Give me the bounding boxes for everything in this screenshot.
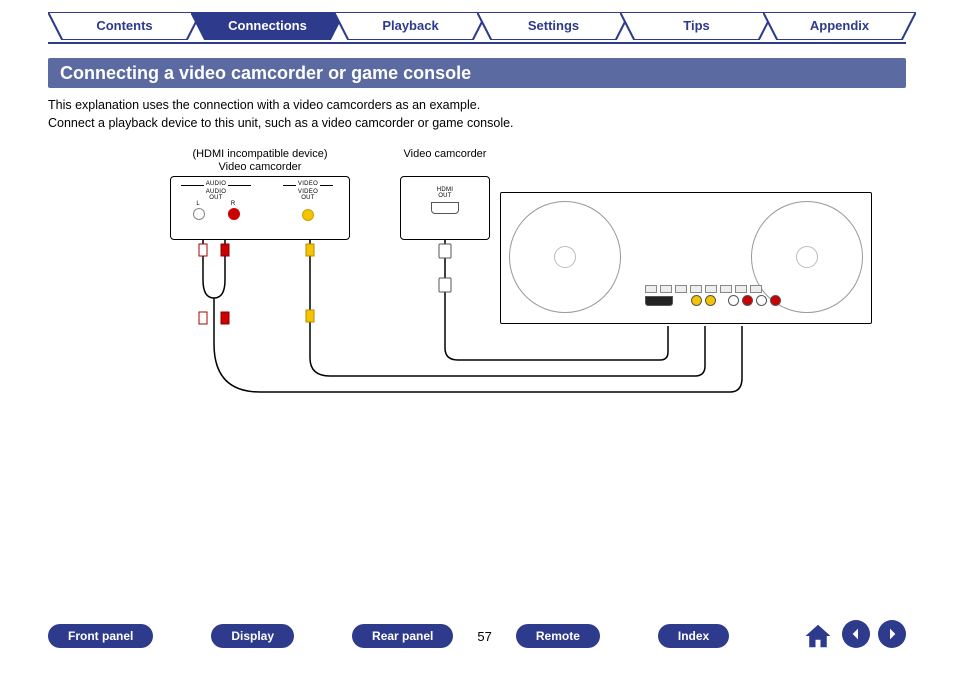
tab-label: Playback [382,18,438,33]
tab-label: Settings [528,18,579,33]
rear-ports [645,285,860,319]
rca-video-icon [705,295,716,306]
tab-label: Connections [228,18,307,33]
tab-connections[interactable]: Connections [191,12,344,40]
home-icon[interactable] [802,620,834,652]
rca-video-icon [691,295,702,306]
tab-appendix[interactable]: Appendix [763,12,916,40]
paragraph: Connect a playback device to this unit, … [48,114,906,132]
arrow-left-icon[interactable] [842,620,870,648]
label-audio: AUDIO [204,181,229,187]
rca-audio-r-icon [770,295,781,306]
nav-label: Display [231,629,274,643]
tab-contents[interactable]: Contents [48,12,201,40]
device1-name: Video camcorder [170,161,350,174]
device2-box: HDMI OUT [400,176,490,240]
tab-label: Tips [683,18,710,33]
device2-group: Video camcorder x HDMI OUT [400,148,490,240]
paragraph: This explanation uses the connection wit… [48,96,906,114]
label-r: R [231,201,236,207]
nav-front-panel[interactable]: Front panel [48,624,153,648]
body-text: This explanation uses the connection wit… [48,96,906,132]
video-out-group: VIDEO VIDEO OUT [283,181,333,226]
device1-note: (HDMI incompatible device) [170,148,350,161]
nav-label: Remote [536,629,580,643]
nav-index[interactable]: Index [658,624,729,648]
rca-audio-l-icon [756,295,767,306]
device1-group: (HDMI incompatible device) Video camcord… [170,148,350,240]
hdmi-port-icon [431,202,459,214]
tab-tips[interactable]: Tips [620,12,773,40]
nav-rear-panel[interactable]: Rear panel [352,624,453,648]
tab-label: Appendix [810,18,869,33]
audio-jack-r-icon [228,208,240,220]
device1-box: AUDIO AUDIO OUT LR VIDEO VIDEO OUT [170,176,350,240]
arrow-right-icon[interactable] [878,620,906,648]
tab-settings[interactable]: Settings [477,12,630,40]
page-number: 57 [477,629,491,644]
receiver-unit [500,192,872,324]
nav-label: Front panel [68,629,133,643]
audio-jack-l-icon [193,208,205,220]
hdmi-in-port-icon [645,296,673,306]
nav-icons [802,620,906,652]
device2-name: Video camcorder [400,148,490,161]
label-l: L [196,201,200,207]
audio-out-group: AUDIO AUDIO OUT LR [181,181,251,220]
top-tabs: Contents Connections Playback Settings T… [48,12,906,44]
label-video: VIDEO [296,181,320,187]
section-title-text: Connecting a video camcorder or game con… [60,63,471,83]
hdmi-out-group: HDMI OUT [401,187,489,214]
nav-remote[interactable]: Remote [516,624,600,648]
connection-diagram: (HDMI incompatible device) Video camcord… [170,148,870,428]
nav-label: Index [678,629,709,643]
speaker-icon [509,201,621,313]
rca-audio-l-icon [728,295,739,306]
video-jack-icon [302,209,314,221]
bottom-nav: Front panel Display Rear panel 57 Remote… [48,621,906,651]
nav-display[interactable]: Display [211,624,294,648]
tab-label: Contents [96,18,152,33]
nav-label: Rear panel [372,629,433,643]
tab-playback[interactable]: Playback [334,12,487,40]
section-title: Connecting a video camcorder or game con… [48,58,906,88]
rca-audio-r-icon [742,295,753,306]
